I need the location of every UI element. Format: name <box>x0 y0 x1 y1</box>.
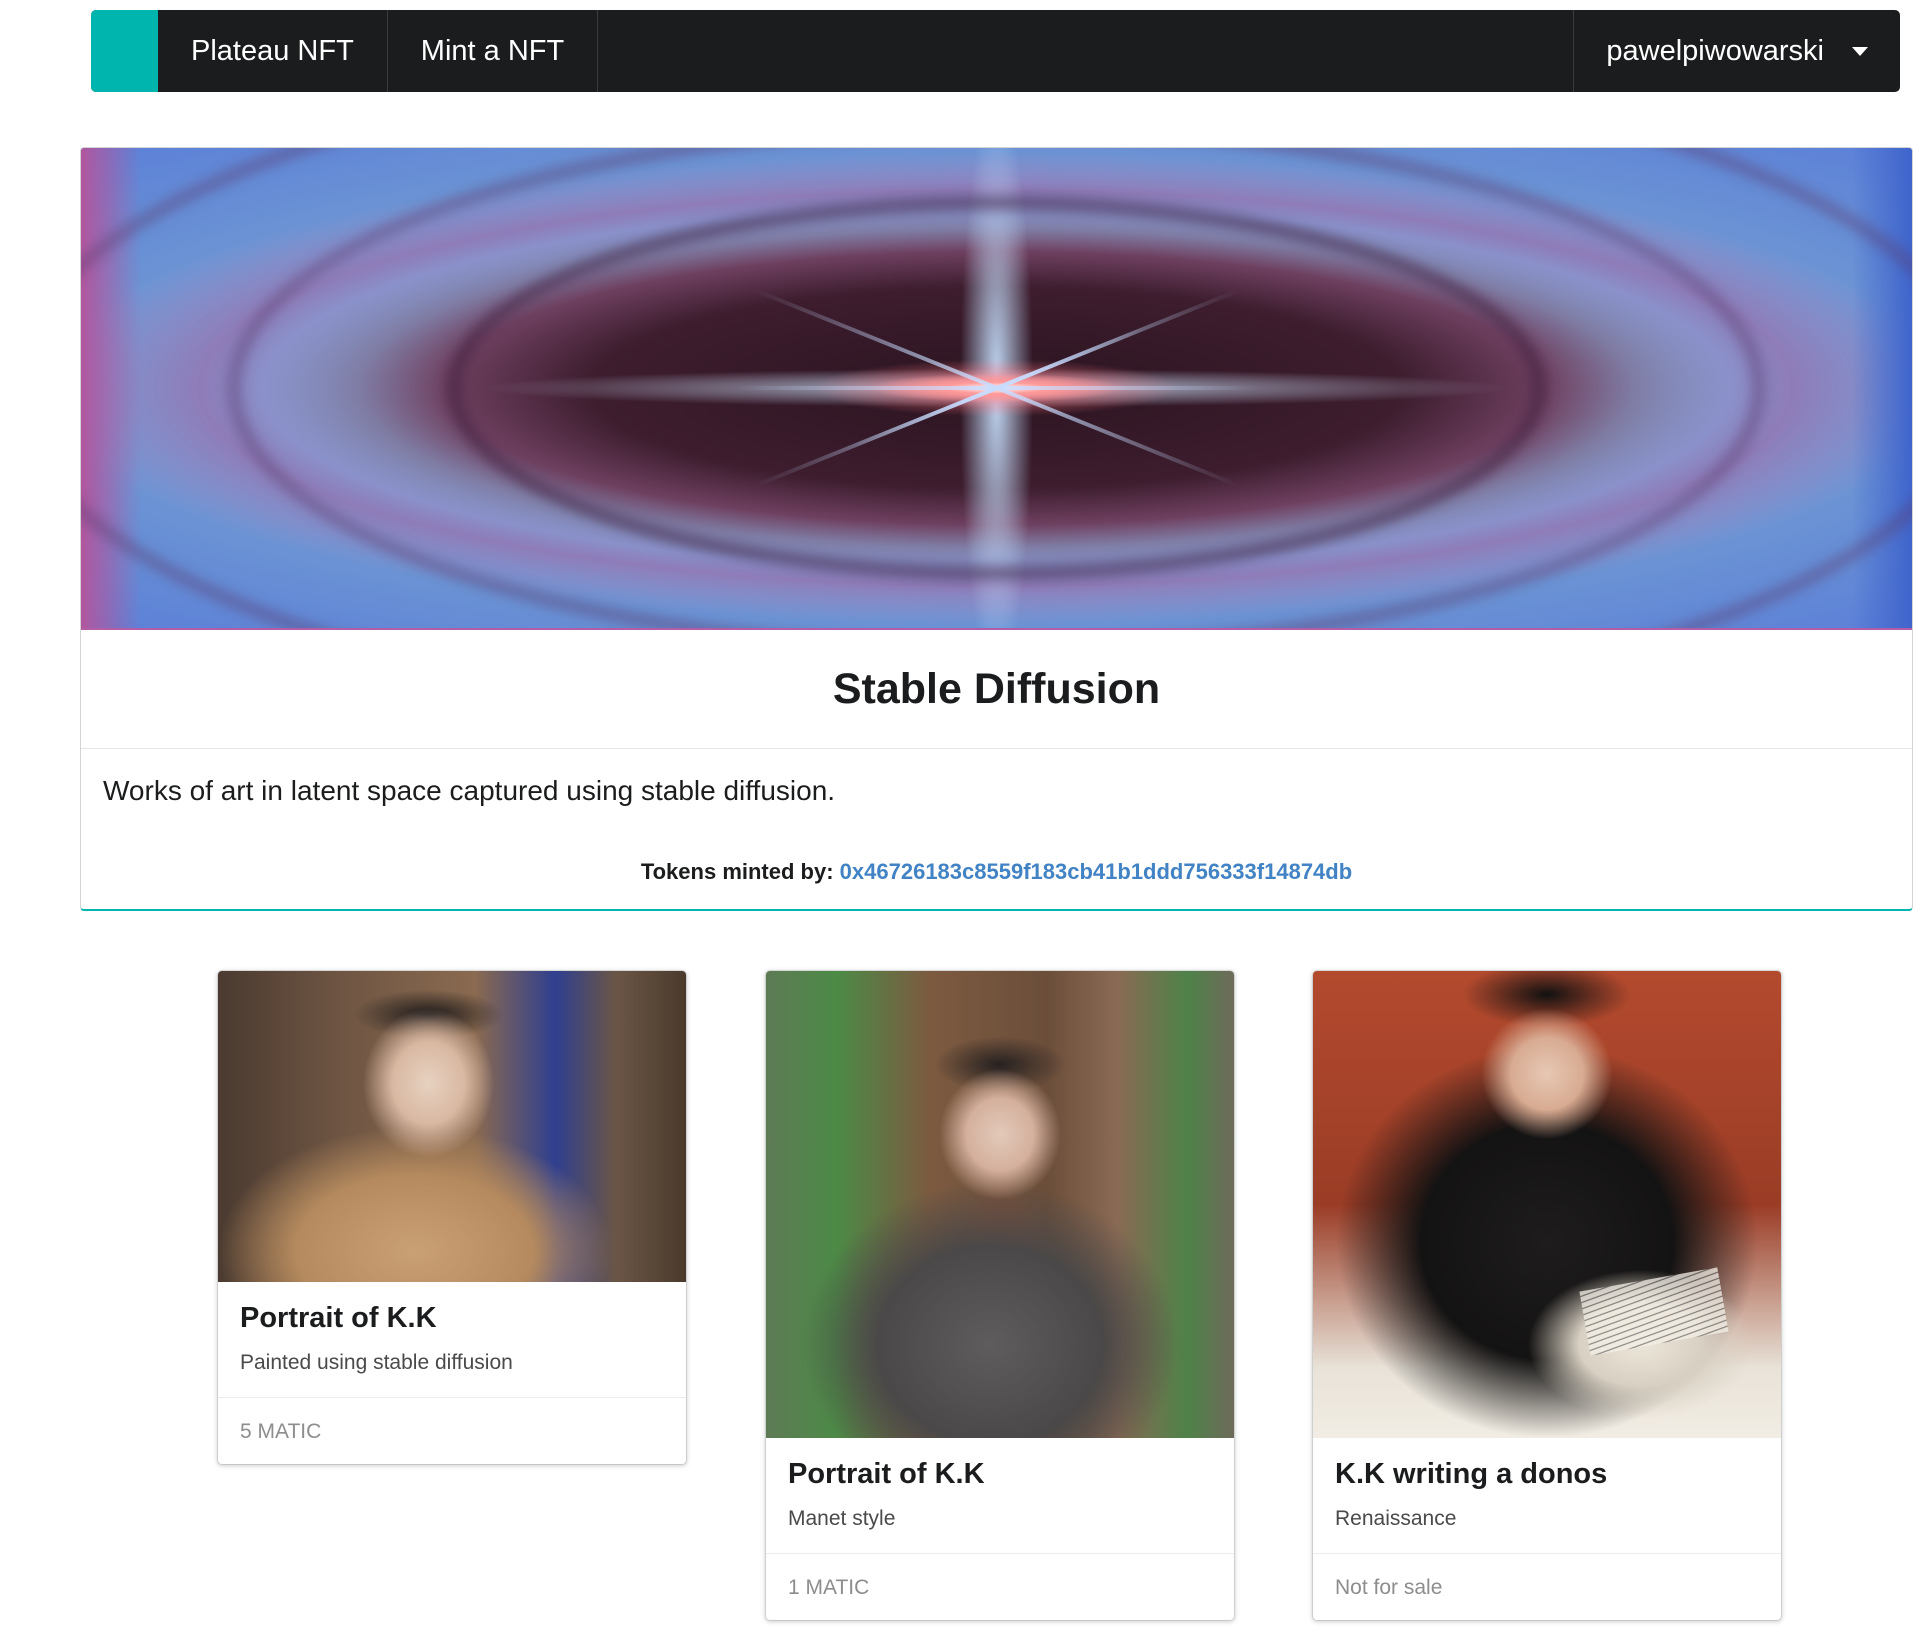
user-name: pawelpiwowarski <box>1606 34 1824 67</box>
nft-card[interactable]: Portrait of K.K Manet style 1 MATIC <box>766 971 1234 1620</box>
nft-title[interactable]: Portrait of K.K <box>240 1302 664 1335</box>
nft-content: K.K writing a donos Renaissance <box>1313 1438 1781 1554</box>
nft-price: 1 MATIC <box>788 1576 870 1599</box>
minted-by-row: Tokens minted by: 0x46726183c8559f183cb4… <box>81 859 1912 885</box>
collection-title: Stable Diffusion <box>81 630 1912 749</box>
nft-title[interactable]: K.K writing a donos <box>1335 1458 1759 1491</box>
navbar-spacer <box>598 10 1573 92</box>
nav-mint-link[interactable]: Mint a NFT <box>388 10 599 92</box>
book-detail <box>1579 1267 1730 1357</box>
collection-description: Works of art in latent space captured us… <box>103 775 836 806</box>
nft-price: Not for sale <box>1335 1576 1443 1599</box>
nft-description: Painted using stable diffusion <box>240 1351 513 1374</box>
nft-image[interactable] <box>218 971 686 1282</box>
nft-title[interactable]: Portrait of K.K <box>788 1458 1212 1491</box>
nft-card[interactable]: K.K writing a donos Renaissance Not for … <box>1313 971 1781 1620</box>
nft-content: Portrait of K.K Manet style <box>766 1438 1234 1554</box>
nft-description: Manet style <box>788 1507 896 1530</box>
collection-card: Stable Diffusion Works of art in latent … <box>80 147 1913 911</box>
minted-by-label: Tokens minted by: <box>640 859 834 884</box>
nft-image[interactable] <box>766 971 1234 1438</box>
nft-card[interactable]: Portrait of K.K Painted using stable dif… <box>218 971 686 1464</box>
user-dropdown[interactable]: pawelpiwowarski <box>1573 10 1900 92</box>
collection-banner-image <box>81 148 1912 630</box>
nav-home-link[interactable]: Plateau NFT <box>158 10 388 92</box>
minter-address-link[interactable]: 0x46726183c8559f183cb41b1ddd756333f14874… <box>840 859 1353 884</box>
nft-content: Portrait of K.K Painted using stable dif… <box>218 1282 686 1398</box>
nft-description: Renaissance <box>1335 1507 1457 1530</box>
top-navbar: Plateau NFT Mint a NFT pawelpiwowarski <box>91 10 1900 92</box>
caret-down-icon <box>1852 46 1868 56</box>
nft-price: 5 MATIC <box>240 1420 322 1443</box>
nft-image[interactable] <box>1313 971 1781 1438</box>
navbar-accent <box>91 10 158 92</box>
